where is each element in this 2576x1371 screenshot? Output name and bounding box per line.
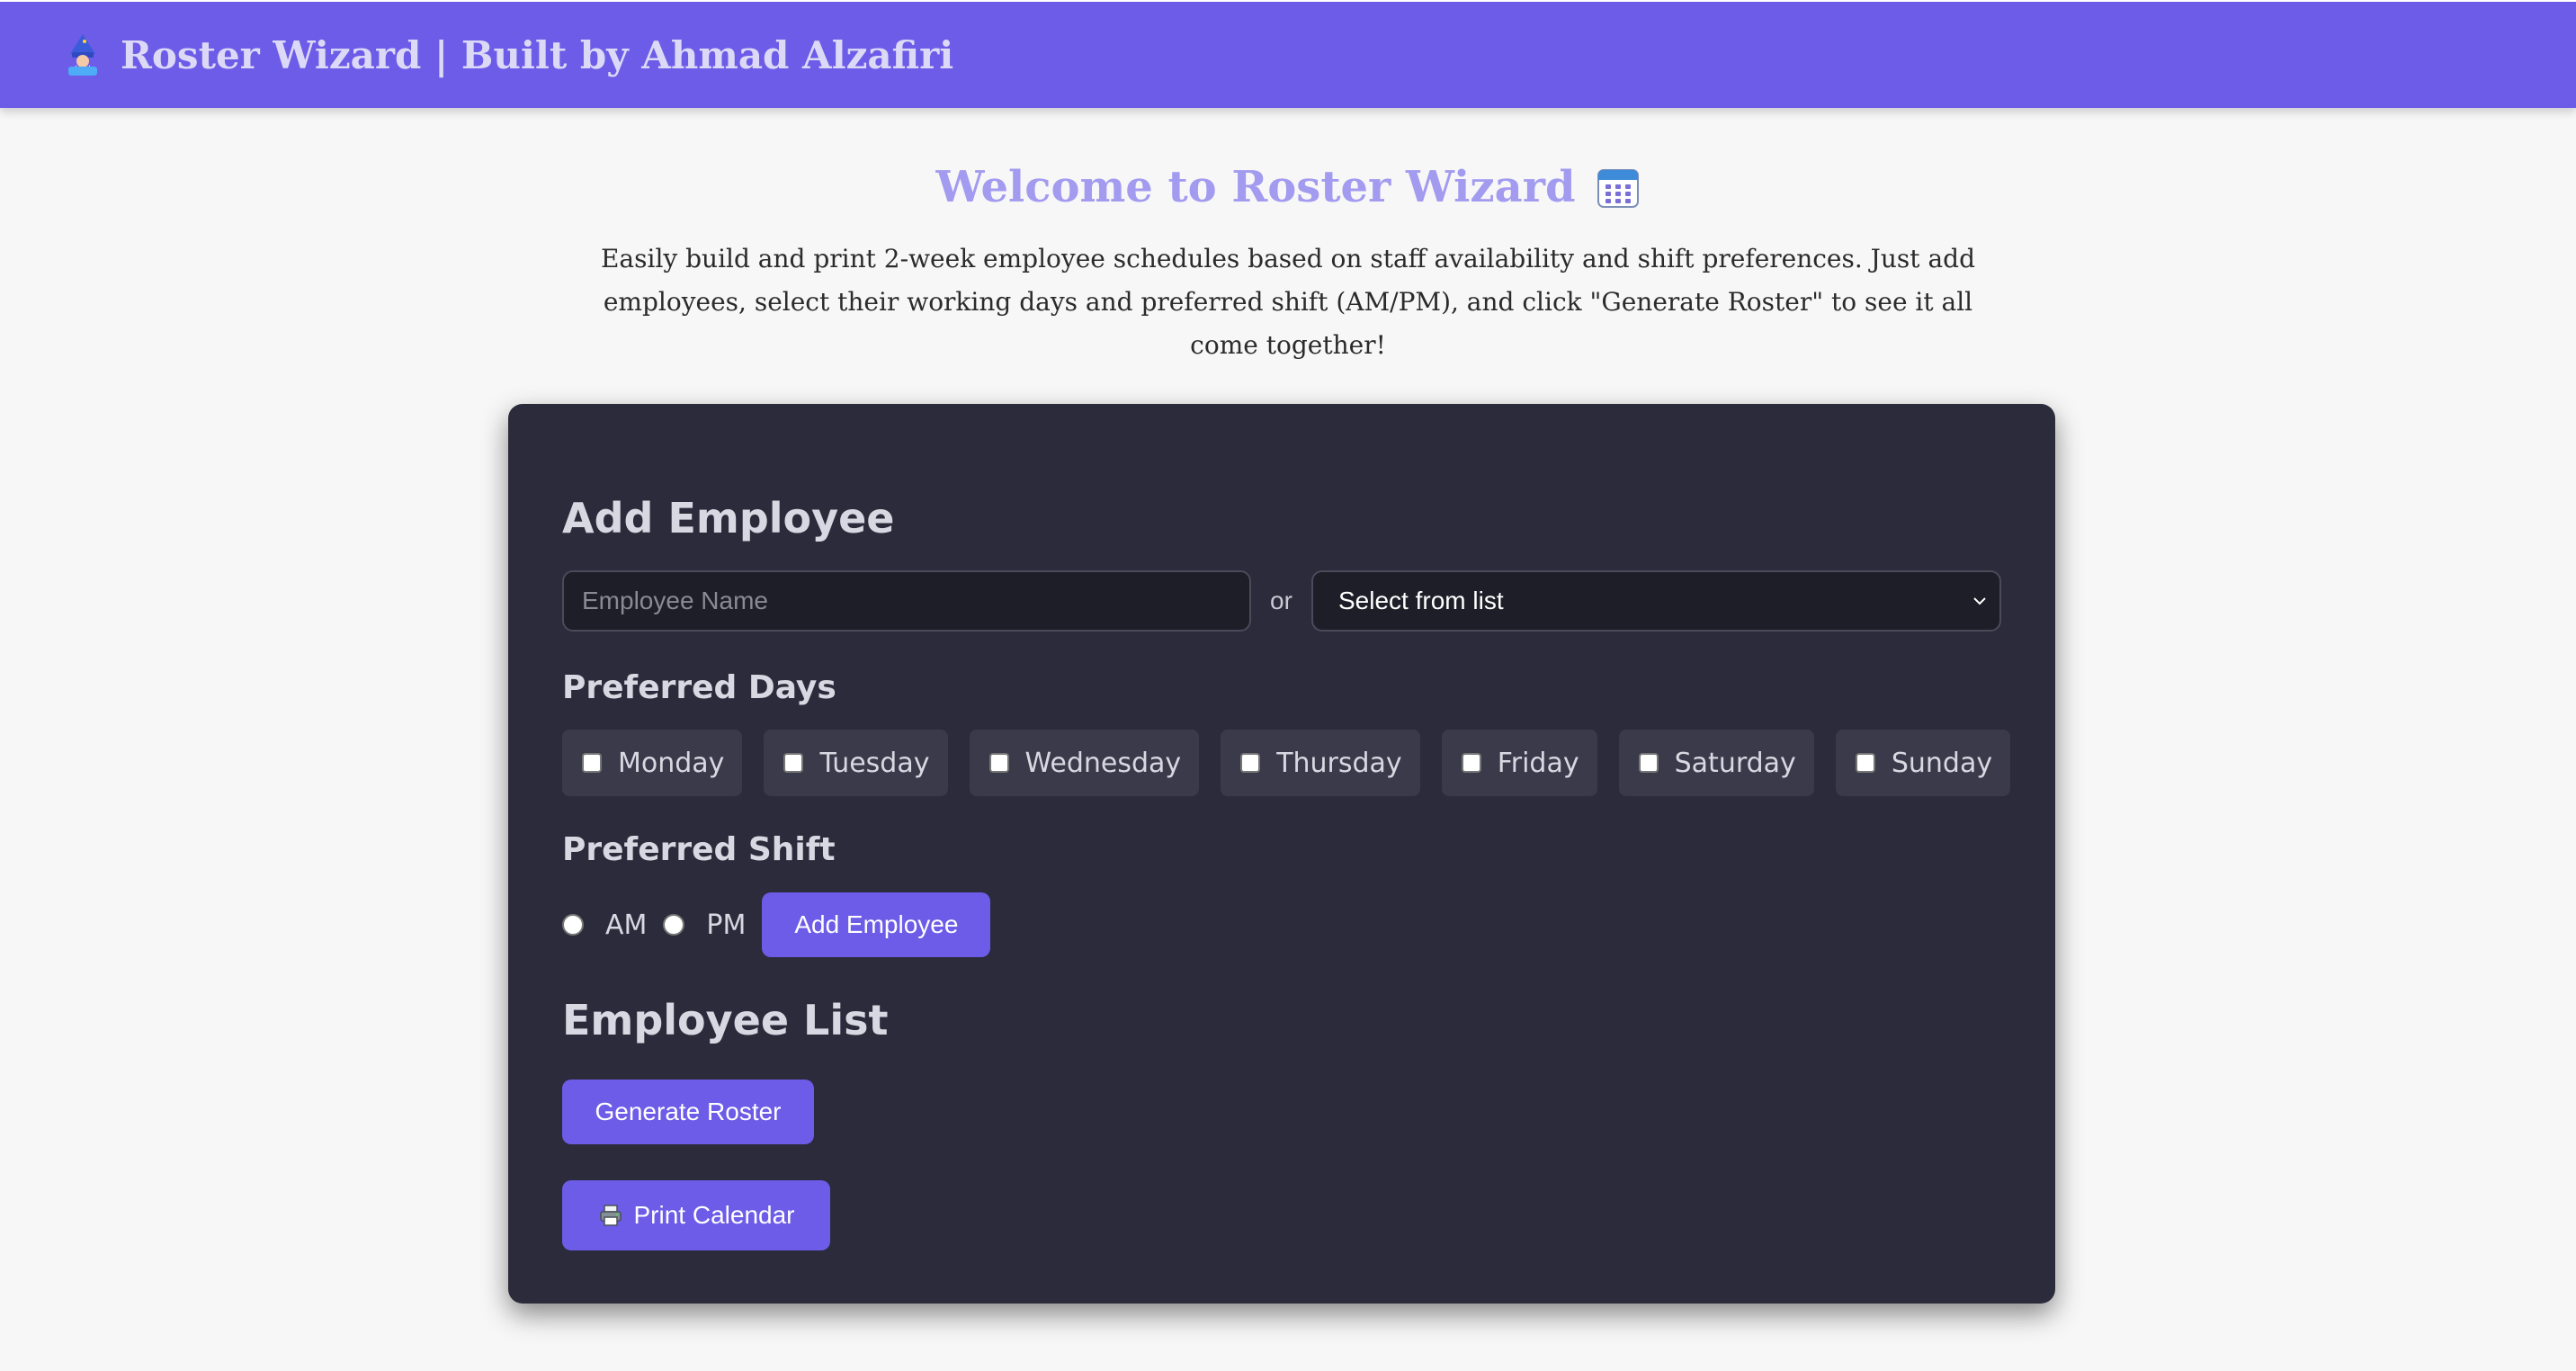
day-checkbox[interactable] bbox=[582, 753, 602, 773]
top-header-bar: Roster Wizard | Built by Ahmad Alzafiri bbox=[0, 0, 2576, 108]
preferred-days-heading: Preferred Days bbox=[562, 669, 836, 706]
shift-label-am: AM bbox=[605, 909, 648, 941]
day-option-sunday[interactable]: Sunday bbox=[1835, 730, 2011, 796]
day-checkbox[interactable] bbox=[1240, 753, 1261, 773]
add-employee-heading: Add Employee bbox=[562, 494, 895, 542]
day-option-friday[interactable]: Friday bbox=[1441, 730, 1597, 796]
day-label: Wednesday bbox=[1024, 747, 1182, 779]
app-title: Roster Wizard | Built by Ahmad Alzafiri bbox=[121, 32, 954, 77]
day-checkbox[interactable] bbox=[988, 753, 1009, 773]
shift-label-pm: PM bbox=[706, 909, 747, 941]
day-checkbox[interactable] bbox=[1855, 753, 1875, 773]
day-checkbox[interactable] bbox=[1638, 753, 1659, 773]
employee-name-input[interactable] bbox=[562, 570, 1251, 632]
or-label: or bbox=[1270, 587, 1292, 614]
day-option-tuesday[interactable]: Tuesday bbox=[764, 730, 948, 796]
day-label: Monday bbox=[618, 747, 725, 779]
print-calendar-button[interactable]: Print Calendar bbox=[562, 1180, 830, 1250]
day-option-wednesday[interactable]: Wednesday bbox=[969, 730, 1200, 796]
day-label: Friday bbox=[1497, 747, 1579, 779]
day-option-saturday[interactable]: Saturday bbox=[1618, 730, 1814, 796]
add-employee-button[interactable]: Add Employee bbox=[762, 892, 991, 957]
employee-select-value: Select from list bbox=[1338, 587, 1504, 614]
day-checkbox[interactable] bbox=[1461, 753, 1481, 773]
generate-roster-button[interactable]: Generate Roster bbox=[562, 1080, 814, 1144]
calendar-icon bbox=[1597, 169, 1639, 208]
day-label: Saturday bbox=[1674, 747, 1796, 779]
preferred-shift-heading: Preferred Shift bbox=[562, 831, 836, 868]
preferred-days-group: Monday Tuesday Wednesday Thursday Friday… bbox=[562, 730, 2011, 796]
day-option-thursday[interactable]: Thursday bbox=[1221, 730, 1420, 796]
day-label: Thursday bbox=[1276, 747, 1402, 779]
roster-form-card: Add Employee or Select from list Preferr… bbox=[508, 404, 2055, 1304]
shift-radio-am[interactable] bbox=[562, 914, 584, 936]
welcome-heading: Welcome to Roster Wizard bbox=[935, 162, 1640, 212]
printer-icon bbox=[599, 1205, 622, 1226]
employee-list-heading: Employee List bbox=[562, 996, 889, 1044]
welcome-text: Welcome to Roster Wizard bbox=[935, 162, 1576, 212]
print-calendar-label: Print Calendar bbox=[633, 1201, 795, 1229]
preferred-shift-group: AM PM Add Employee bbox=[562, 892, 991, 957]
day-label: Sunday bbox=[1891, 747, 1993, 779]
intro-section: Welcome to Roster Wizard Easily build an… bbox=[0, 162, 2576, 367]
wizard-icon bbox=[68, 34, 97, 76]
shift-radio-pm[interactable] bbox=[663, 914, 685, 936]
day-option-monday[interactable]: Monday bbox=[562, 730, 743, 796]
day-label: Tuesday bbox=[819, 747, 930, 779]
day-checkbox[interactable] bbox=[783, 753, 804, 773]
employee-select-dropdown[interactable]: Select from list bbox=[1311, 570, 2001, 632]
intro-description: Easily build and print 2-week employee s… bbox=[600, 244, 1975, 360]
chevron-down-icon bbox=[1973, 597, 1986, 605]
